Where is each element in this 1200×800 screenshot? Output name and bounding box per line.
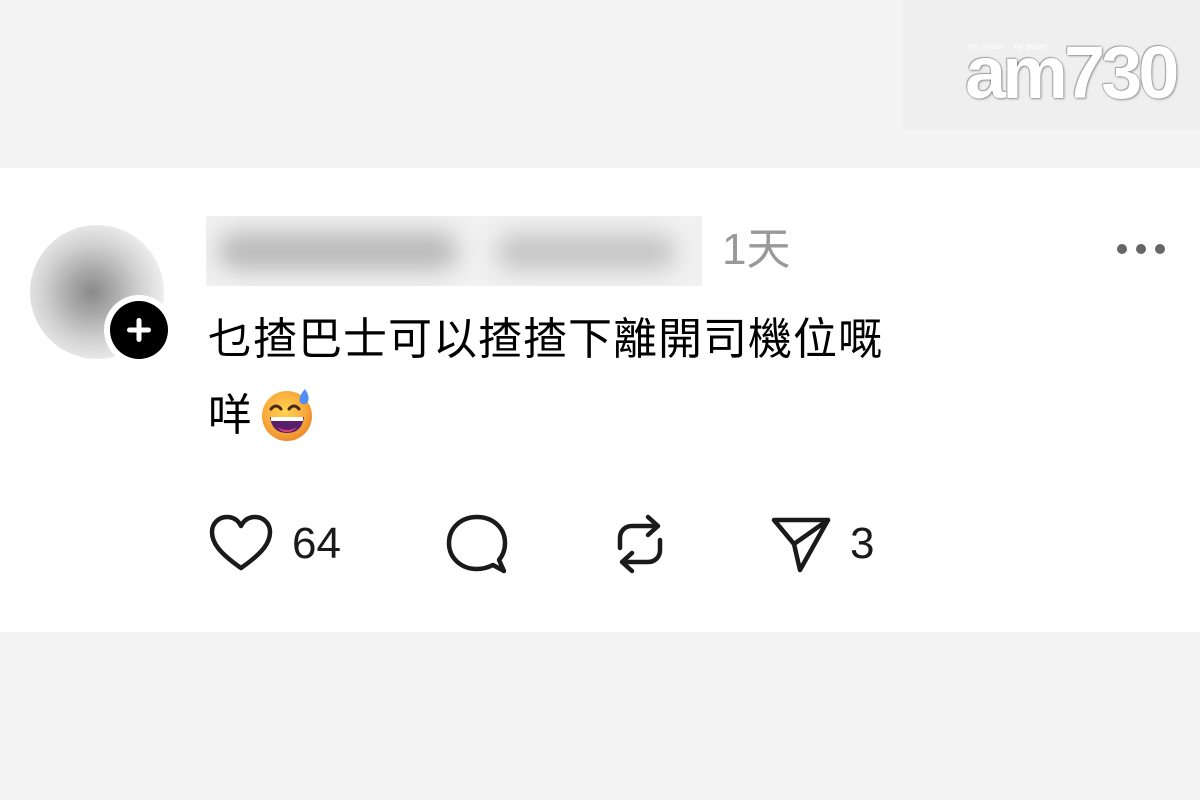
like-action[interactable]: 64	[208, 512, 341, 576]
bottom-background	[0, 632, 1200, 800]
like-count: 64	[292, 519, 341, 568]
share-action[interactable]: 3	[770, 512, 874, 576]
post-timestamp: 1天	[722, 225, 791, 274]
reply-action[interactable]	[446, 512, 508, 576]
heart-icon	[209, 514, 273, 571]
grinning-sweat-emoji-icon	[262, 389, 312, 441]
post-actions: 64 3	[208, 512, 1008, 576]
send-icon	[771, 517, 831, 573]
post-text-line-2-text: 咩	[208, 390, 253, 441]
follow-button[interactable]	[104, 295, 174, 365]
top-background: my choice · my paper am730	[0, 0, 1200, 168]
comment-icon	[446, 514, 508, 574]
post-text-line-2: 咩	[208, 378, 1088, 454]
post-body: 乜揸巴士可以揸揸下離開司機位嘅 咩	[208, 302, 1088, 454]
watermark-logo: am730	[965, 31, 1179, 114]
post-card: 1天 乜揸巴士可以揸揸下離開司機位嘅 咩 64 3	[0, 168, 1200, 632]
username-redacted[interactable]	[206, 216, 702, 286]
repost-action[interactable]	[608, 512, 672, 576]
plus-icon	[110, 301, 168, 359]
publisher-watermark: my choice · my paper am730	[903, 0, 1200, 130]
post-text-line-1: 乜揸巴士可以揸揸下離開司機位嘅	[208, 314, 883, 365]
repost-icon	[617, 514, 663, 574]
share-count: 3	[850, 519, 875, 568]
more-options-icon[interactable]	[1114, 240, 1168, 258]
